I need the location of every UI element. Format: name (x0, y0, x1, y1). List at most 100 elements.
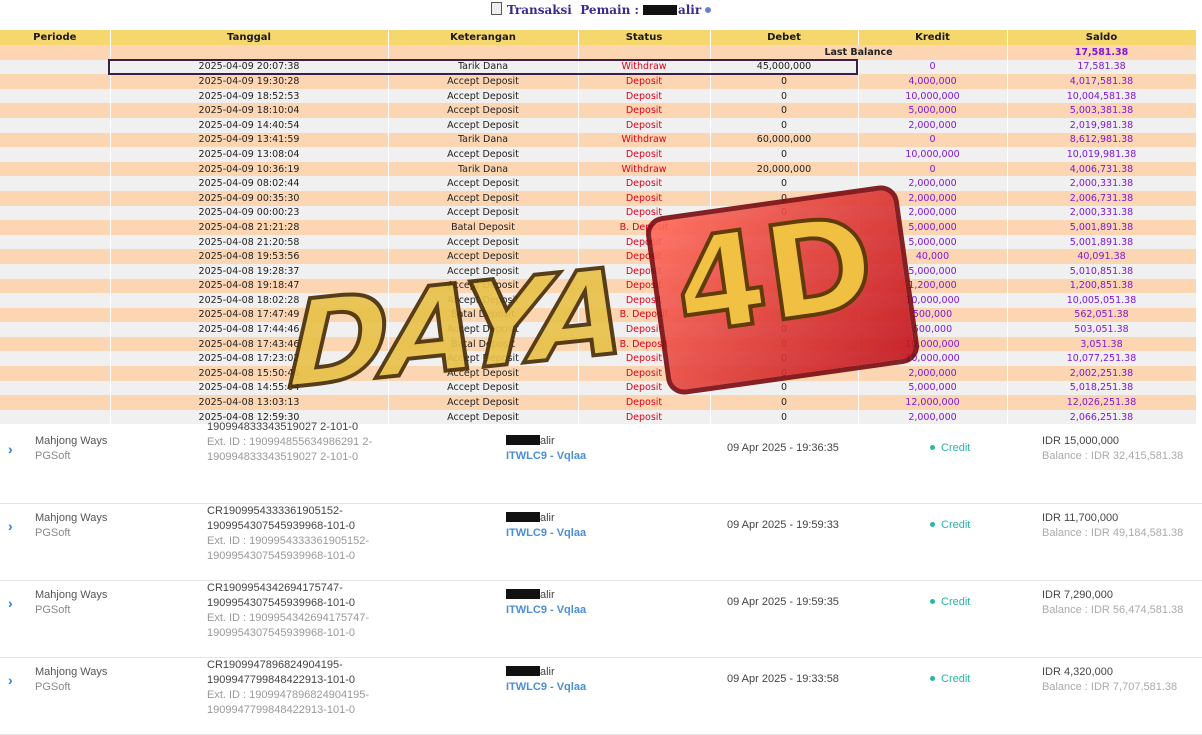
ext-id-line1: Ext. ID : 1909954342694175747- (207, 612, 370, 624)
chevron-right-icon[interactable]: › (8, 441, 13, 457)
cell-periode (0, 249, 111, 264)
cell-debet: 20,000,000 (710, 161, 859, 177)
table-row[interactable]: 2025-04-09 00:00:23 Accept Deposit Deposit… (0, 205, 1197, 221)
cell-status: Deposit (578, 117, 711, 133)
agent-link[interactable]: ITWLC9 - Vqlaa (506, 450, 586, 462)
cell-kredit: 5,000,000 (858, 380, 1008, 396)
tx-id-line2: 1909954307545939968-101-0 (207, 520, 356, 532)
cell-saldo: 2,000,331.38 (1007, 176, 1197, 191)
cell-tanggal: 2025-04-08 21:20:58 (110, 234, 389, 250)
table-row[interactable]: 2025-04-09 10:36:19 Tarik Dana Withdraw 20,… (0, 161, 1197, 177)
table-row[interactable]: 2025-04-08 18:02:28 Accept Deposit Deposit… (0, 293, 1197, 308)
table-row[interactable]: 2025-04-09 13:08:04 Accept Deposit Deposit… (0, 147, 1197, 162)
table-row[interactable]: 2025-04-09 08:02:44 Accept Deposit Deposit… (0, 176, 1197, 191)
bet-amount: IDR 4,320,000 (1042, 666, 1113, 678)
table-row[interactable]: 2025-04-09 00:35:30 Accept Deposit Deposit… (0, 190, 1197, 206)
table-row[interactable]: 2025-04-09 13:41:59 Tarik Dana Withdraw 60,… (0, 132, 1197, 148)
bet-type-label: Credit (941, 519, 971, 531)
cell-debet: 0 (710, 263, 859, 279)
info-icon[interactable] (705, 7, 712, 13)
col-saldo[interactable]: Saldo (1007, 30, 1197, 45)
cell-tanggal: 2025-04-09 18:10:04 (110, 103, 389, 118)
cell-kredit: 4,000,000 (858, 74, 1008, 89)
table-row[interactable]: 2025-04-08 21:20:58 Accept Deposit Deposit… (0, 234, 1197, 250)
table-row[interactable]: 2025-04-08 17:44:46 Accept Deposit Deposit… (0, 322, 1197, 337)
table-row[interactable]: 2025-04-08 17:23:02 Accept Deposit Deposit… (0, 351, 1197, 367)
page-title: Transaksi Pemain : alir (0, 0, 1202, 32)
cell-periode (0, 176, 111, 191)
game-name: Mahjong Ways (35, 666, 108, 678)
col-keterangan[interactable]: Keterangan (388, 30, 579, 45)
cell-status: Deposit (578, 190, 711, 206)
cell-saldo: 2,019,981.38 (1007, 117, 1197, 133)
table-row[interactable]: 2025-04-08 13:03:13 Accept Deposit Deposit… (0, 395, 1197, 410)
cell-saldo: 5,003,381.38 (1007, 103, 1197, 118)
cell-saldo: 5,001,891.38 (1007, 234, 1197, 250)
cell-debet: 0 (710, 74, 859, 89)
cell-kredit: 500,000 (858, 322, 1008, 337)
cell-kredit: 5,000,000 (858, 263, 1008, 279)
table-row[interactable]: 2025-04-08 15:50:46 Accept Deposit Deposit… (0, 366, 1197, 381)
col-status[interactable]: Status (578, 30, 711, 45)
cell-status: Withdraw (578, 161, 711, 177)
cell-kredit: 5,000,000 (858, 103, 1008, 118)
cell-periode (0, 307, 111, 323)
bet-amount: IDR 11,700,000 (1042, 512, 1119, 524)
list-item[interactable]: › Mahjong Ways PGSoft CR1909954333361905152… (0, 504, 1202, 581)
bet-date: 09 Apr 2025 - 19:36:35 (727, 442, 839, 454)
cell-periode (0, 322, 111, 337)
cell-kredit: 12,000,000 (858, 395, 1008, 410)
list-item[interactable]: › Mahjong Ways PGSoft CR1909947896824904195… (0, 658, 1202, 735)
col-periode[interactable]: Periode (0, 30, 111, 45)
table-row[interactable]: 2025-04-08 17:43:46 Batal Deposit B. Depos… (0, 336, 1197, 352)
col-tanggal[interactable]: Tanggal (110, 30, 389, 45)
cell-tanggal: 2025-04-09 10:36:19 (110, 161, 389, 177)
agent-link[interactable]: ITWLC9 - Vqlaa (506, 681, 586, 693)
list-item[interactable]: › Mahjong Ways PGSoft 190994833343519027 2-… (0, 421, 1202, 504)
list-item[interactable]: › Mahjong Ways PGSoft CR1909954342694175747… (0, 581, 1202, 658)
table-row[interactable]: 2025-04-08 21:21:28 Batal Deposit B. Depos… (0, 220, 1197, 235)
cell-saldo: 12,026,251.38 (1007, 395, 1197, 410)
table-row[interactable]: 2025-04-08 14:55:04 Accept Deposit Deposit… (0, 380, 1197, 396)
cell-kredit: 10,000,000 (858, 88, 1008, 104)
bet-date: 09 Apr 2025 - 19:33:58 (727, 673, 839, 685)
ext-id-line1: Ext. ID : 1909947896824904195- (207, 689, 370, 701)
status-dot-icon (930, 522, 935, 527)
table-row[interactable]: 2025-04-09 14:40:54 Accept Deposit Deposit… (0, 117, 1197, 133)
table-row[interactable]: 2025-04-09 18:10:04 Accept Deposit Deposit… (0, 103, 1197, 118)
col-debet[interactable]: Debet (710, 30, 859, 45)
table-row[interactable]: 2025-04-09 19:30:28 Accept Deposit Deposit… (0, 74, 1197, 89)
redacted-username (506, 666, 540, 676)
username-suffix: alir (540, 435, 555, 447)
cell-saldo: 2,006,731.38 (1007, 190, 1197, 206)
cell-tanggal: 2025-04-09 20:07:38 (110, 59, 389, 75)
transaction-table: Periode Tanggal Keterangan Status Debet … (0, 30, 1197, 425)
cell-periode (0, 366, 111, 381)
table-row[interactable]: 2025-04-09 20:07:38 Tarik Dana Withdraw 45,… (0, 59, 1197, 75)
table-row[interactable]: 2025-04-08 19:53:56 Accept Deposit Deposit… (0, 249, 1197, 264)
agent-link[interactable]: ITWLC9 - Vqlaa (506, 527, 586, 539)
table-row[interactable]: 2025-04-08 19:18:47 Accept Deposit Deposit… (0, 278, 1197, 294)
cell-periode (0, 103, 111, 118)
cell-debet: 0 (710, 205, 859, 221)
chevron-right-icon[interactable]: › (8, 672, 13, 688)
cell-kredit: 0 (858, 161, 1008, 177)
chevron-right-icon[interactable]: › (8, 518, 13, 534)
cell-keterangan: Accept Deposit (388, 88, 579, 104)
table-row[interactable]: 2025-04-08 19:28:37 Accept Deposit Deposit… (0, 263, 1197, 279)
cell-debet: 0 (710, 336, 859, 352)
table-row[interactable]: 2025-04-09 18:52:53 Accept Deposit Deposit… (0, 88, 1197, 104)
table-row[interactable]: 2025-04-08 12:59:30 Accept Deposit Deposit… (0, 409, 1197, 425)
cell-keterangan: Tarik Dana (388, 59, 579, 75)
bet-balance: Balance : IDR 49,184,581.38 (1042, 527, 1184, 539)
table-row[interactable]: 2025-04-08 17:47:49 Batal Deposit B. Depos… (0, 307, 1197, 323)
cell-debet: 0 (710, 147, 859, 162)
tx-id-line2: 1909947799848422913-101-0 (207, 674, 356, 686)
agent-link[interactable]: ITWLC9 - Vqlaa (506, 604, 586, 616)
chevron-right-icon[interactable]: › (8, 595, 13, 611)
username-suffix: alir (540, 666, 555, 678)
col-kredit[interactable]: Kredit (858, 30, 1008, 45)
bet-type-label: Credit (941, 673, 971, 685)
cell-keterangan: Batal Deposit (388, 336, 579, 352)
cell-status: Deposit (578, 351, 711, 367)
